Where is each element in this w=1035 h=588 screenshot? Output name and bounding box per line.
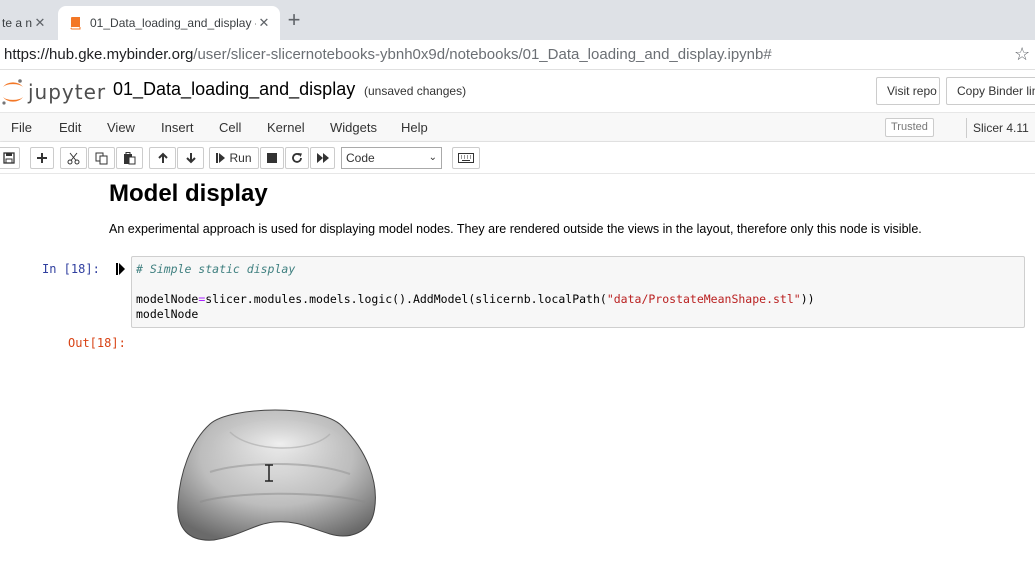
url-text[interactable]: https://hub.gke.mybinder.org/user/slicer… [4, 46, 772, 63]
copy-icon [95, 152, 108, 164]
keyboard-icon [458, 153, 474, 163]
command-palette-button[interactable] [452, 147, 480, 169]
close-icon[interactable]: ✕ [32, 15, 48, 31]
menubar: File Edit View Insert Cell Kernel Widget… [0, 112, 1035, 142]
kernel-indicator: Slicer 4.11 [966, 118, 1029, 138]
menu-insert[interactable]: Insert [161, 120, 194, 135]
run-label: Run [229, 151, 252, 165]
fast-forward-icon [316, 153, 329, 163]
restart-button[interactable] [285, 147, 309, 169]
jupyter-logo-icon [2, 79, 23, 105]
cut-button[interactable] [60, 147, 87, 169]
menu-cell[interactable]: Cell [219, 120, 241, 135]
url-path: /user/slicer-slicernotebooks-ybnh0x9d/no… [193, 46, 772, 63]
paste-button[interactable] [116, 147, 143, 169]
browser-tab-inactive[interactable]: te a n ✕ [0, 6, 56, 40]
code-cell-input[interactable]: # Simple static display modelNode=slicer… [131, 256, 1025, 328]
run-cell-icon[interactable] [116, 262, 126, 276]
input-prompt: In [18]: [42, 262, 100, 276]
prostate-model-render [177, 409, 376, 541]
output-prompt: Out[18]: [68, 336, 126, 350]
arrow-up-icon [157, 152, 168, 163]
menu-widgets[interactable]: Widgets [330, 120, 377, 135]
plus-icon [37, 153, 47, 163]
restart-run-all-button[interactable] [310, 147, 335, 169]
menu-file[interactable]: File [11, 120, 32, 135]
insert-cell-button[interactable] [30, 147, 54, 169]
code-line-addmodel: modelNode=slicer.modules.models.logic().… [136, 292, 1020, 307]
code-token: )) [800, 292, 815, 306]
menu-kernel[interactable]: Kernel [267, 120, 305, 135]
menu-help[interactable]: Help [401, 120, 428, 135]
stop-icon [267, 153, 277, 163]
interrupt-button[interactable] [260, 147, 284, 169]
save-button[interactable] [0, 147, 20, 169]
browser-tab-strip: te a n ✕ 01_Data_loading_and_display - J… [0, 0, 1035, 40]
book-icon [70, 17, 81, 30]
chevron-down-icon: ⌄ [428, 152, 437, 163]
tab-title: 01_Data_loading_and_display - Ju [90, 16, 256, 30]
address-bar[interactable]: https://hub.gke.mybinder.org/user/slicer… [0, 40, 1035, 70]
save-status: (unsaved changes) [364, 84, 467, 98]
save-icon [3, 152, 15, 164]
code-token: modelNode [136, 292, 199, 306]
bookmark-star-icon[interactable]: ☆ [1014, 44, 1030, 65]
trusted-indicator[interactable]: Trusted [885, 118, 934, 137]
url-host: https://hub.gke.mybinder.org [4, 46, 194, 63]
browser-tab-active[interactable]: 01_Data_loading_and_display - Ju ✕ [58, 6, 280, 40]
cell-type-select[interactable]: Code ⌄ [341, 147, 442, 169]
move-down-button[interactable] [177, 147, 204, 169]
notebook-name[interactable]: 01_Data_loading_and_display [113, 79, 355, 100]
code-token: slicer.modules.models.logic().AddModel(s… [205, 292, 607, 306]
copy-binder-link-button[interactable]: Copy Binder link [946, 77, 1035, 105]
menu-edit[interactable]: Edit [59, 120, 81, 135]
jupyter-header: jupyter 01_Data_loading_and_display (uns… [0, 70, 1035, 112]
paste-icon [124, 151, 136, 164]
cell-type-value: Code [346, 151, 375, 165]
markdown-paragraph: An experimental approach is used for dis… [109, 222, 922, 236]
close-icon[interactable]: ✕ [256, 15, 272, 31]
new-tab-icon[interactable]: + [284, 8, 304, 32]
move-up-button[interactable] [149, 147, 176, 169]
run-icon [216, 153, 226, 163]
visit-repo-button[interactable]: Visit repo [876, 77, 940, 105]
jupyter-logo[interactable]: jupyter [0, 78, 110, 106]
arrow-down-icon [185, 153, 196, 164]
restart-icon [292, 153, 302, 163]
run-button[interactable]: Run [209, 147, 259, 169]
copy-button[interactable] [88, 147, 115, 169]
text-cursor-icon [265, 464, 273, 482]
markdown-heading: Model display [109, 180, 268, 207]
jupyter-logo-text: jupyter [28, 80, 107, 104]
notebook-toolbar: Run Code ⌄ [0, 142, 1035, 174]
tab-title: te a n [2, 16, 32, 30]
code-comment: # Simple static display [136, 262, 296, 276]
menu-view[interactable]: View [107, 120, 135, 135]
scissors-icon [67, 152, 80, 164]
code-line-modelnode: modelNode [136, 307, 199, 321]
code-string: "data/ProstateMeanShape.stl" [606, 292, 801, 306]
notebook-container: Model display An experimental approach i… [0, 174, 1035, 588]
